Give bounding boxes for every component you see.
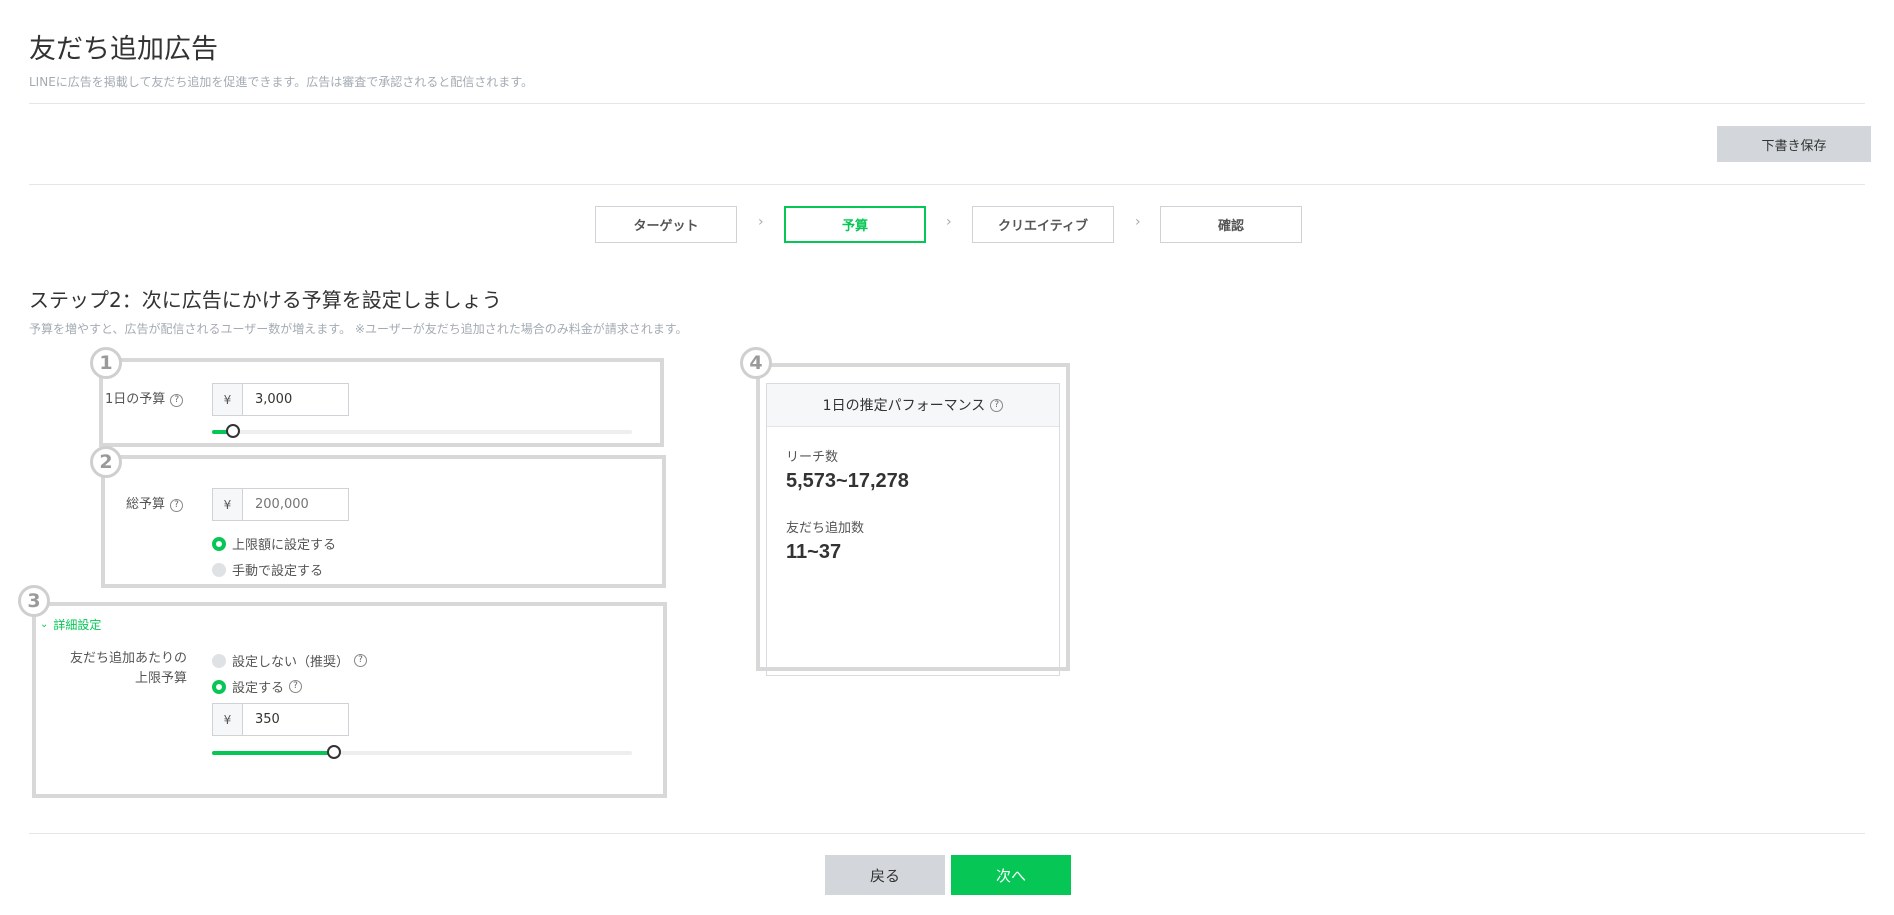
page-title: 友だち追加広告 — [29, 34, 218, 65]
step-confirm[interactable]: 確認 — [1160, 206, 1302, 243]
radio-label: 設定しない（推奨） — [232, 655, 350, 670]
cap-budget-field: ¥ — [212, 703, 349, 736]
total-budget-label: 総予算? — [126, 493, 184, 512]
section-title: ステップ2：次に広告にかける予算を設定しましょう — [29, 288, 502, 312]
footer-divider — [29, 833, 1865, 834]
step-budget[interactable]: 予算 — [784, 206, 926, 243]
slider-handle[interactable] — [226, 424, 240, 438]
help-icon[interactable]: ? — [170, 499, 184, 512]
annotation-box-3 — [32, 602, 667, 798]
step-chevron-icon: › — [1135, 214, 1141, 230]
radio-set-cap[interactable]: 設定する ? — [212, 677, 303, 696]
chevron-down-icon: ⌄ — [40, 619, 49, 630]
slider-fill — [212, 751, 334, 755]
radio-label: 手動で設定する — [232, 564, 324, 579]
cap-budget-label: 友だち追加あたりの 上限予算 — [69, 651, 187, 686]
cap-budget-input[interactable] — [243, 703, 349, 736]
total-budget-input[interactable] — [243, 488, 349, 521]
save-draft-button[interactable]: 下書き保存 — [1717, 126, 1871, 162]
daily-budget-slider[interactable] — [212, 424, 632, 438]
help-icon[interactable]: ? — [354, 654, 368, 667]
yen-prefix: ¥ — [212, 488, 243, 521]
next-button[interactable]: 次へ — [951, 855, 1071, 895]
radio-button[interactable] — [212, 562, 226, 577]
daily-budget-label: 1日の予算? — [105, 388, 184, 407]
step-chevron-icon: › — [946, 214, 952, 230]
daily-budget-input[interactable] — [243, 383, 349, 416]
advanced-settings-label: 詳細設定 — [53, 618, 102, 632]
daily-budget-field: ¥ — [212, 383, 349, 416]
back-button[interactable]: 戻る — [825, 855, 945, 895]
header-divider — [29, 103, 1865, 104]
step-creative[interactable]: クリエイティブ — [972, 206, 1114, 243]
advanced-settings-toggle[interactable]: ⌄ 詳細設定 — [40, 616, 101, 633]
radio-button-selected[interactable] — [212, 536, 226, 551]
page-description: LINEに広告を掲載して友だち追加を促進できます。広告は審査で承認されると配信さ… — [29, 75, 534, 89]
step-chevron-icon: › — [758, 214, 764, 230]
slider-handle[interactable] — [326, 745, 341, 759]
yen-prefix: ¥ — [212, 383, 243, 416]
step-target[interactable]: ターゲット — [595, 206, 737, 243]
toolbar-divider — [29, 184, 1865, 185]
annotation-number-2: 2 — [90, 446, 122, 478]
annotation-number-4: 4 — [740, 347, 772, 379]
yen-prefix: ¥ — [212, 703, 243, 736]
radio-button[interactable] — [212, 653, 226, 668]
radio-manual[interactable]: 手動で設定する — [212, 560, 323, 579]
radio-no-cap[interactable]: 設定しない（推奨） ? — [212, 651, 368, 670]
cap-budget-slider[interactable] — [212, 745, 632, 759]
radio-cap-amount[interactable]: 上限額に設定する — [212, 534, 336, 553]
annotation-number-1: 1 — [90, 347, 122, 379]
annotation-box-4 — [756, 363, 1070, 671]
annotation-number-3: 3 — [18, 585, 50, 617]
annotation-box-2 — [101, 455, 666, 588]
radio-button-selected[interactable] — [212, 679, 226, 694]
section-description: 予算を増やすと、広告が配信されるユーザー数が増えます。 ※ユーザーが友だち追加さ… — [29, 322, 688, 336]
help-icon[interactable]: ? — [170, 394, 184, 407]
total-budget-field: ¥ — [212, 488, 349, 521]
help-icon[interactable]: ? — [289, 680, 303, 693]
radio-label: 上限額に設定する — [232, 538, 337, 553]
radio-label: 設定する — [232, 681, 285, 696]
